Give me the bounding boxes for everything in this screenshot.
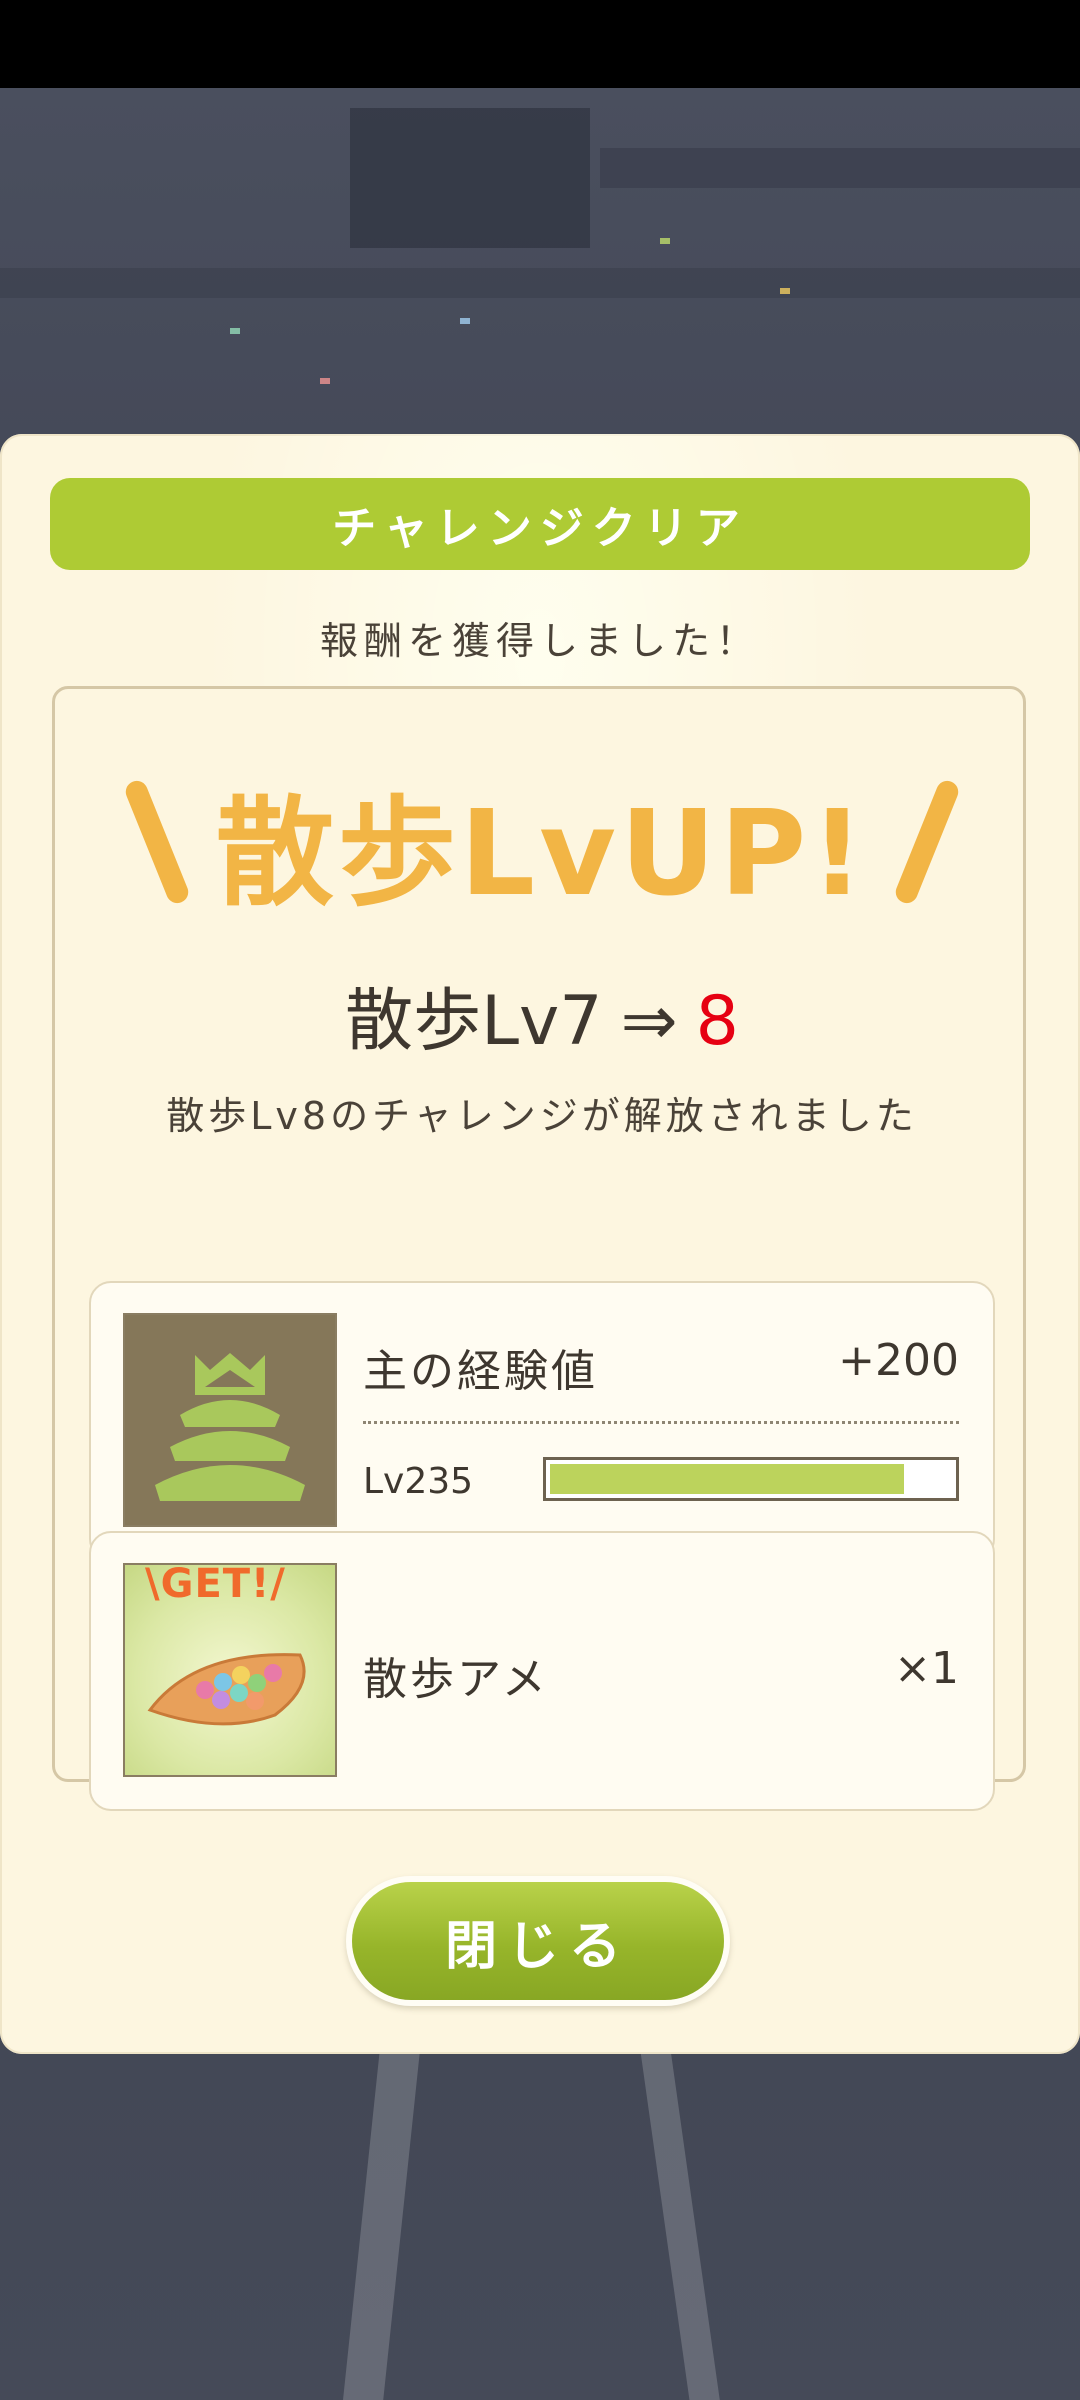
reward-dialog: チャレンジクリア 報酬を獲得しました！ 散歩LvUP! 散歩Lv7 ⇒ 8 散歩Lv… — [0, 434, 1080, 2054]
reward-card-item: \GET!/ 散歩アメ ×1 — [89, 1531, 995, 1811]
exp-value: +200 — [838, 1335, 959, 1386]
exp-level: Lv235 — [363, 1461, 474, 1502]
level-to: 8 — [695, 982, 739, 1061]
exp-progress-fill — [550, 1464, 904, 1494]
dialog-subtitle: 報酬を獲得しました！ — [319, 619, 760, 663]
unlock-message: 散歩Lv8のチャレンジが解放されました — [166, 1094, 918, 1138]
exp-progress-bar — [543, 1457, 959, 1501]
close-button[interactable]: 閉じる — [352, 1882, 724, 2000]
exp-label: 主の経験値 — [363, 1346, 598, 1397]
reward-card-exp: 主の経験値 +200 Lv235 — [89, 1281, 995, 1561]
slash-left-icon — [122, 777, 192, 907]
candy-leaf-icon: \GET!/ — [123, 1561, 337, 1777]
level-change: 散歩Lv7 ⇒ 8 — [55, 965, 1029, 1064]
castle-icon — [123, 1313, 337, 1527]
levelup-heading: 散歩LvUP! — [55, 767, 1029, 922]
level-from: 散歩Lv7 — [345, 982, 603, 1061]
dialog-title: チャレンジクリア — [332, 503, 748, 554]
dialog-title-bar: チャレンジクリア — [50, 478, 1030, 570]
close-button-label: 閉じる — [444, 1916, 631, 1977]
status-bar — [0, 0, 1080, 88]
divider — [363, 1421, 959, 1424]
levelup-text: 散歩LvUP! — [215, 783, 869, 922]
item-label: 散歩アメ — [363, 1654, 549, 1705]
arrow-icon: ⇒ — [620, 982, 678, 1061]
slash-right-icon — [892, 777, 962, 907]
item-quantity: ×1 — [894, 1643, 959, 1694]
reward-panel: 散歩LvUP! 散歩Lv7 ⇒ 8 散歩Lv8のチャレンジが解放されました 主の経験… — [52, 686, 1029, 1811]
